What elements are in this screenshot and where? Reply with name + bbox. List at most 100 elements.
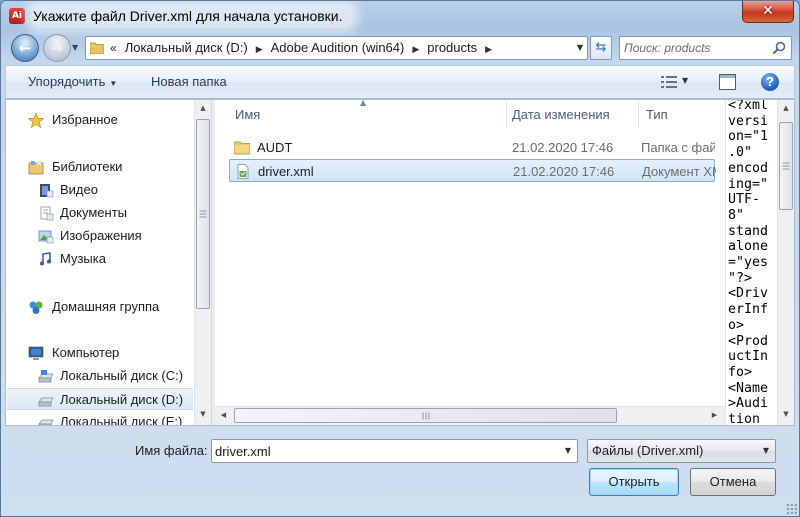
scroll-down-icon[interactable]: ▼ bbox=[778, 406, 794, 423]
file-open-dialog: Ai Укажите файл Driver.xml для начала ус… bbox=[0, 0, 800, 517]
file-row-audt[interactable]: AUDT 21.02.2020 17:46 Папка с файлами bbox=[229, 136, 715, 159]
organize-button[interactable]: Упорядочить ▼ bbox=[28, 66, 117, 98]
file-type-filter[interactable]: Файлы (Driver.xml) ▼ bbox=[587, 439, 776, 463]
address-bar[interactable]: « Локальный диск (D:) ▶ Adobe Audition (win… bbox=[85, 36, 588, 60]
sidebar-item-homegroup[interactable]: Домашняя группа bbox=[6, 296, 194, 318]
view-options-icon[interactable] bbox=[660, 74, 678, 90]
sidebar-item-favorites[interactable]: Избранное bbox=[6, 109, 194, 131]
pictures-library-icon bbox=[38, 230, 54, 244]
column-header-name[interactable]: Имя bbox=[235, 100, 505, 130]
search-box[interactable] bbox=[619, 36, 792, 60]
horizontal-scrollbar[interactable]: ◀ ▶ bbox=[215, 406, 725, 425]
sidebar-item-label: Домашняя группа bbox=[52, 299, 160, 314]
breadcrumb-item[interactable]: Adobe Audition (win64) bbox=[271, 40, 405, 55]
navigation-pane: Избранное Библиотеки Видео Документы Изо… bbox=[6, 100, 194, 425]
folder-icon bbox=[234, 141, 250, 155]
forward-button[interactable]: → bbox=[43, 34, 71, 62]
file-row-driver-xml[interactable]: driver.xml 21.02.2020 17:46 Документ XML bbox=[229, 159, 716, 182]
sidebar-item-label: Локальный диск (E:) bbox=[60, 414, 183, 425]
scrollbar-thumb[interactable] bbox=[779, 122, 793, 210]
scroll-up-icon[interactable]: ▲ bbox=[195, 100, 211, 117]
sidebar-item-label: Компьютер bbox=[52, 345, 120, 360]
search-icon[interactable] bbox=[772, 41, 786, 55]
filename-input[interactable] bbox=[215, 442, 545, 460]
grip-icon bbox=[199, 210, 207, 218]
filename-label: Имя файла: bbox=[135, 443, 208, 458]
column-header-date[interactable]: Дата изменения bbox=[512, 100, 636, 130]
file-list: ▲ Имя Дата изменения Тип AUDT 21.02.2020… bbox=[215, 100, 725, 425]
chevron-down-icon[interactable]: ▼ bbox=[565, 440, 571, 462]
scrollbar-thumb[interactable] bbox=[196, 119, 210, 309]
breadcrumb-separator-icon[interactable]: ▶ bbox=[256, 44, 263, 54]
sidebar-item-music[interactable]: Музыка bbox=[6, 248, 194, 270]
preview-scrollbar[interactable]: ▲ ▼ bbox=[777, 100, 794, 425]
sidebar-item-drive-e[interactable]: Локальный диск (E:) bbox=[6, 411, 194, 425]
adobe-app-icon: Ai bbox=[9, 8, 25, 24]
breadcrumb-item[interactable]: Локальный диск (D:) bbox=[125, 40, 248, 55]
sidebar-item-drive-d[interactable]: Локальный диск (D:) bbox=[7, 388, 193, 410]
column-divider[interactable] bbox=[506, 102, 507, 128]
back-button[interactable]: ← bbox=[11, 34, 39, 62]
music-library-icon bbox=[40, 252, 51, 266]
preview-pane: <?xml versi on="1 .0" encod ing=" UTF- 8… bbox=[725, 100, 777, 425]
window-title: Укажите файл Driver.xml для начала устан… bbox=[31, 4, 353, 28]
file-date: 21.02.2020 17:46 bbox=[513, 164, 615, 179]
navigation-bar: ← → ▼ « Локальный диск (D:) ▶ Adobe Auditio… bbox=[1, 33, 799, 63]
address-dropdown-icon[interactable]: ▼ bbox=[577, 37, 583, 59]
file-name: driver.xml bbox=[258, 164, 314, 179]
scroll-up-icon[interactable]: ▲ bbox=[778, 100, 794, 117]
sidebar-item-label: Документы bbox=[60, 205, 128, 220]
breadcrumb-overflow-icon[interactable]: « bbox=[110, 41, 117, 55]
drive-icon bbox=[38, 370, 54, 383]
star-icon bbox=[28, 113, 44, 128]
sidebar-item-drive-c[interactable]: Локальный диск (C:) bbox=[6, 365, 194, 387]
view-dropdown-icon[interactable]: ▼ bbox=[682, 76, 688, 85]
file-type: Документ XML bbox=[642, 164, 716, 179]
breadcrumb-separator-icon[interactable]: ▶ bbox=[412, 44, 419, 54]
filter-value: Файлы (Driver.xml) bbox=[592, 443, 704, 458]
refresh-button[interactable]: ⇆ bbox=[590, 36, 612, 60]
scroll-left-icon[interactable]: ◀ bbox=[215, 407, 232, 424]
drive-icon bbox=[38, 419, 54, 425]
breadcrumb: « Локальный диск (D:) ▶ Adobe Audition (win… bbox=[110, 37, 500, 59]
breadcrumb-separator-icon[interactable]: ▶ bbox=[485, 44, 492, 54]
title-bar[interactable]: Ai Укажите файл Driver.xml для начала ус… bbox=[1, 1, 799, 33]
scroll-right-icon[interactable]: ▶ bbox=[706, 407, 723, 424]
documents-library-icon bbox=[40, 206, 54, 221]
sidebar-item-label: Видео bbox=[60, 182, 98, 197]
command-bar: Упорядочить ▼ Новая папка ▼ ? bbox=[5, 65, 795, 99]
sidebar-item-documents[interactable]: Документы bbox=[6, 202, 194, 224]
scrollbar-thumb[interactable] bbox=[234, 408, 617, 423]
sidebar-item-label: Избранное bbox=[52, 112, 118, 127]
sidebar-item-computer[interactable]: Компьютер bbox=[6, 342, 194, 364]
new-folder-button[interactable]: Новая папка bbox=[151, 66, 227, 98]
file-name: AUDT bbox=[257, 140, 293, 155]
navigation-scrollbar[interactable]: ▲ ▼ bbox=[194, 100, 211, 425]
libraries-icon bbox=[28, 161, 44, 175]
open-button[interactable]: Открыть bbox=[589, 468, 679, 496]
sidebar-item-pictures[interactable]: Изображения bbox=[6, 225, 194, 247]
breadcrumb-item[interactable]: products bbox=[427, 40, 477, 55]
help-icon[interactable]: ? bbox=[761, 73, 779, 91]
column-divider[interactable] bbox=[638, 102, 639, 128]
computer-icon bbox=[28, 346, 44, 360]
filename-combobox[interactable]: ▼ bbox=[211, 439, 578, 463]
sidebar-item-libraries[interactable]: Библиотеки bbox=[6, 156, 194, 178]
file-type: Папка с файлами bbox=[641, 140, 715, 155]
cancel-button[interactable]: Отмена bbox=[690, 468, 776, 496]
browser-area: Избранное Библиотеки Видео Документы Изо… bbox=[5, 99, 795, 426]
resize-grip-icon[interactable] bbox=[786, 503, 797, 514]
sidebar-item-label: Локальный диск (C:) bbox=[60, 368, 184, 383]
preview-pane-icon[interactable] bbox=[719, 74, 736, 90]
sidebar-item-label: Музыка bbox=[60, 251, 106, 266]
chevron-down-icon: ▼ bbox=[109, 79, 118, 88]
organize-label: Упорядочить bbox=[28, 74, 106, 89]
sidebar-item-label: Локальный диск (D:) bbox=[60, 392, 184, 407]
sidebar-item-video[interactable]: Видео bbox=[6, 179, 194, 201]
recent-pages-dropdown-icon[interactable]: ▼ bbox=[72, 43, 78, 52]
grip-icon bbox=[782, 162, 790, 170]
close-button[interactable]: ✕ bbox=[742, 1, 794, 23]
scroll-down-icon[interactable]: ▼ bbox=[195, 406, 211, 423]
search-input[interactable] bbox=[624, 39, 769, 57]
column-header-type[interactable]: Тип bbox=[646, 100, 725, 130]
